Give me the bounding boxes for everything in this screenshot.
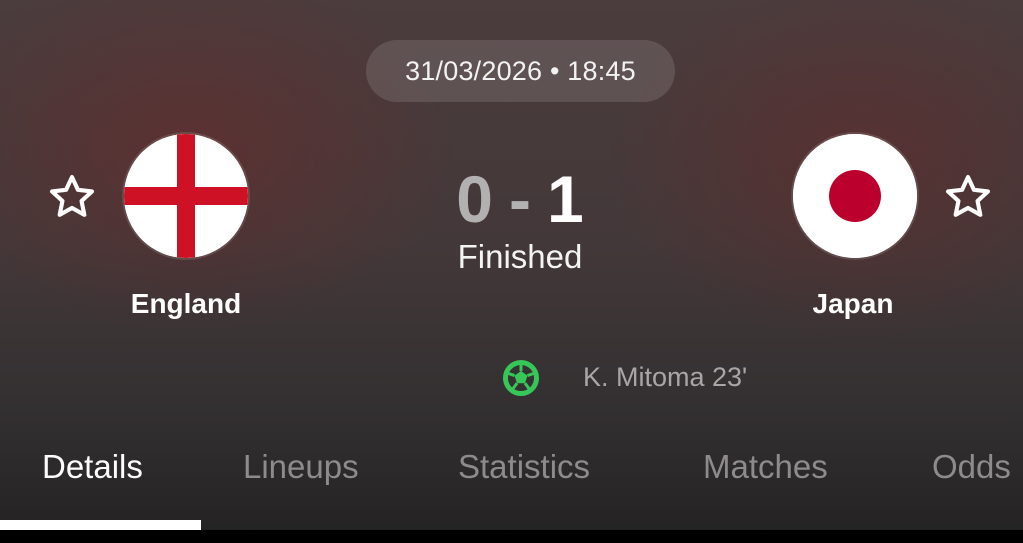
- score-separator: -: [509, 162, 531, 236]
- active-tab-indicator: [0, 520, 201, 530]
- match-datetime: 31/03/2026 • 18:45: [366, 40, 675, 102]
- away-score: 1: [546, 162, 584, 236]
- tab-odds[interactable]: Odds: [932, 448, 1011, 486]
- tab-matches[interactable]: Matches: [703, 448, 828, 486]
- match-status: Finished: [457, 238, 583, 275]
- england-flag-icon[interactable]: [124, 134, 248, 258]
- away-team-name[interactable]: Japan: [753, 288, 953, 320]
- japan-flag-icon[interactable]: [793, 134, 917, 258]
- match-header: 31/03/2026 • 18:45 England 0 - 1 Finishe…: [0, 0, 1023, 543]
- football-icon: [501, 358, 541, 398]
- tab-statistics[interactable]: Statistics: [458, 448, 590, 486]
- away-favorite-star-icon[interactable]: [942, 171, 994, 223]
- home-score: 0: [456, 162, 493, 236]
- tab-details[interactable]: Details: [42, 448, 143, 486]
- bottom-divider: [0, 530, 1023, 543]
- home-team-name[interactable]: England: [86, 288, 286, 320]
- scoreline: 0 - 1: [420, 160, 620, 238]
- tab-lineups[interactable]: Lineups: [243, 448, 359, 486]
- goal-scorer: K. Mitoma 23': [583, 362, 748, 392]
- home-favorite-star-icon[interactable]: [46, 171, 98, 223]
